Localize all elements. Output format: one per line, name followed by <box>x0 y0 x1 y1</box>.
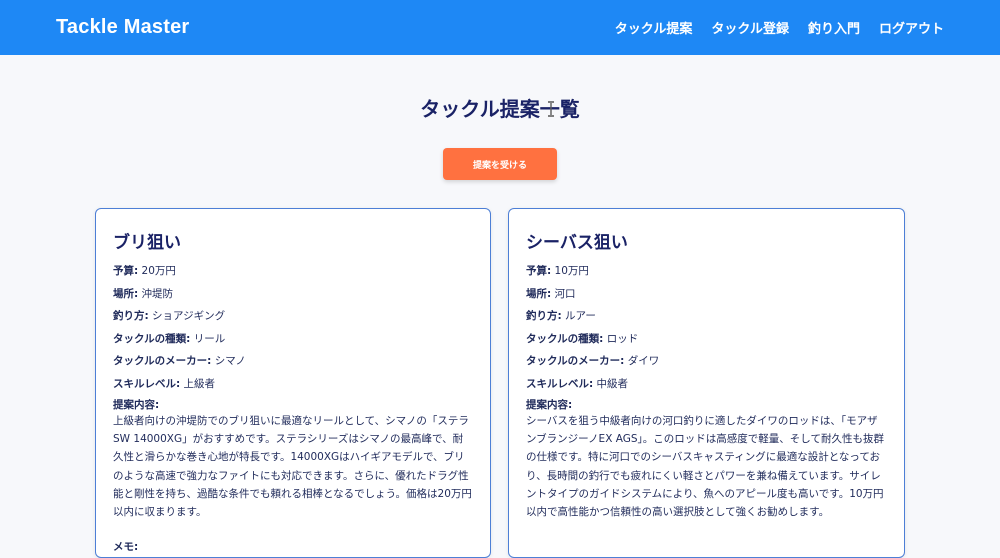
budget-label: 予算: <box>113 265 139 277</box>
nav-link-tackle-suggest[interactable]: タックル提案 <box>615 18 693 37</box>
method-value: ショアジギング <box>152 310 226 322</box>
nav-link-logout[interactable]: ログアウト <box>879 18 944 37</box>
method-label: 釣り方: <box>113 310 149 322</box>
maker-label: タックルのメーカー: <box>113 355 212 367</box>
location-field: 場所: 沖堤防 <box>113 288 473 301</box>
budget-label: 予算: <box>526 265 552 277</box>
proposal-text: 上級者向けの沖堤防でのブリ狙いに最適なリールとして、シマノの「ステラ SW 14… <box>113 415 472 519</box>
tackle-type-value: ロッド <box>606 332 639 345</box>
nav-link-fishing-intro[interactable]: 釣り入門 <box>808 18 860 37</box>
nav-links: タックル提案 タックル登録 釣り入門 ログアウト <box>615 18 944 37</box>
top-navbar: Tackle Master タックル提案 タックル登録 釣り入門 ログアウト <box>0 0 1000 55</box>
nav-link-tackle-register[interactable]: タックル登録 <box>711 18 789 37</box>
get-suggestion-button[interactable]: 提案を受ける <box>443 148 557 180</box>
tackle-type-value: リール <box>193 332 226 345</box>
maker-field: タックルのメーカー: ダイワ <box>526 355 887 368</box>
maker-value: ダイワ <box>627 355 660 367</box>
method-field: 釣り方: ルアー <box>526 310 887 323</box>
budget-field: 予算: 10万円 <box>526 265 887 278</box>
method-field: 釣り方: ショアジギング <box>113 310 473 323</box>
skill-label: スキルレベル: <box>526 377 594 390</box>
brand-logo[interactable]: Tackle Master <box>56 16 189 39</box>
skill-field: スキルレベル: 中級者 <box>526 378 887 391</box>
budget-field: 予算: 20万円 <box>113 265 473 278</box>
budget-value: 20万円 <box>141 265 176 277</box>
location-label: 場所: <box>526 287 552 300</box>
tackle-type-label: タックルの種類: <box>526 332 604 345</box>
budget-value: 10万円 <box>554 265 589 277</box>
suggestion-card: シーバス狙い 予算: 10万円 場所: 河口 釣り方: ルアー タックルの種類:… <box>508 208 905 558</box>
tackle-type-field: タックルの種類: ロッド <box>526 333 887 346</box>
method-label: 釣り方: <box>526 310 562 322</box>
proposal-label: 提案内容: <box>526 399 573 411</box>
maker-value: シマノ <box>214 355 246 367</box>
location-value: 沖堤防 <box>141 287 174 300</box>
skill-value: 中級者 <box>596 377 629 390</box>
memo-label: メモ: <box>113 541 139 554</box>
proposal-label: 提案内容: <box>113 399 160 411</box>
tackle-type-label: タックルの種類: <box>113 332 191 345</box>
maker-label: タックルのメーカー: <box>526 355 625 367</box>
proposal-text: シーバスを狙う中級者向けの河口釣りに適したダイワのロッドは、「モアザンブランジー… <box>526 415 884 519</box>
card-title: ブリ狙い <box>113 233 181 253</box>
method-value: ルアー <box>565 310 596 322</box>
location-field: 場所: 河口 <box>526 288 887 301</box>
skill-value: 上級者 <box>183 377 216 390</box>
text-cursor-icon <box>548 101 554 117</box>
maker-field: タックルのメーカー: シマノ <box>113 355 473 368</box>
card-title: シーバス狙い <box>526 233 628 253</box>
tackle-type-field: タックルの種類: リール <box>113 333 473 346</box>
page-title: タックル提案一覧 <box>420 97 580 121</box>
location-value: 河口 <box>554 287 576 300</box>
skill-field: スキルレベル: 上級者 <box>113 378 473 391</box>
suggestion-card: ブリ狙い 予算: 20万円 場所: 沖堤防 釣り方: ショアジギング タックルの… <box>95 208 491 558</box>
skill-label: スキルレベル: <box>113 377 181 390</box>
location-label: 場所: <box>113 287 139 300</box>
